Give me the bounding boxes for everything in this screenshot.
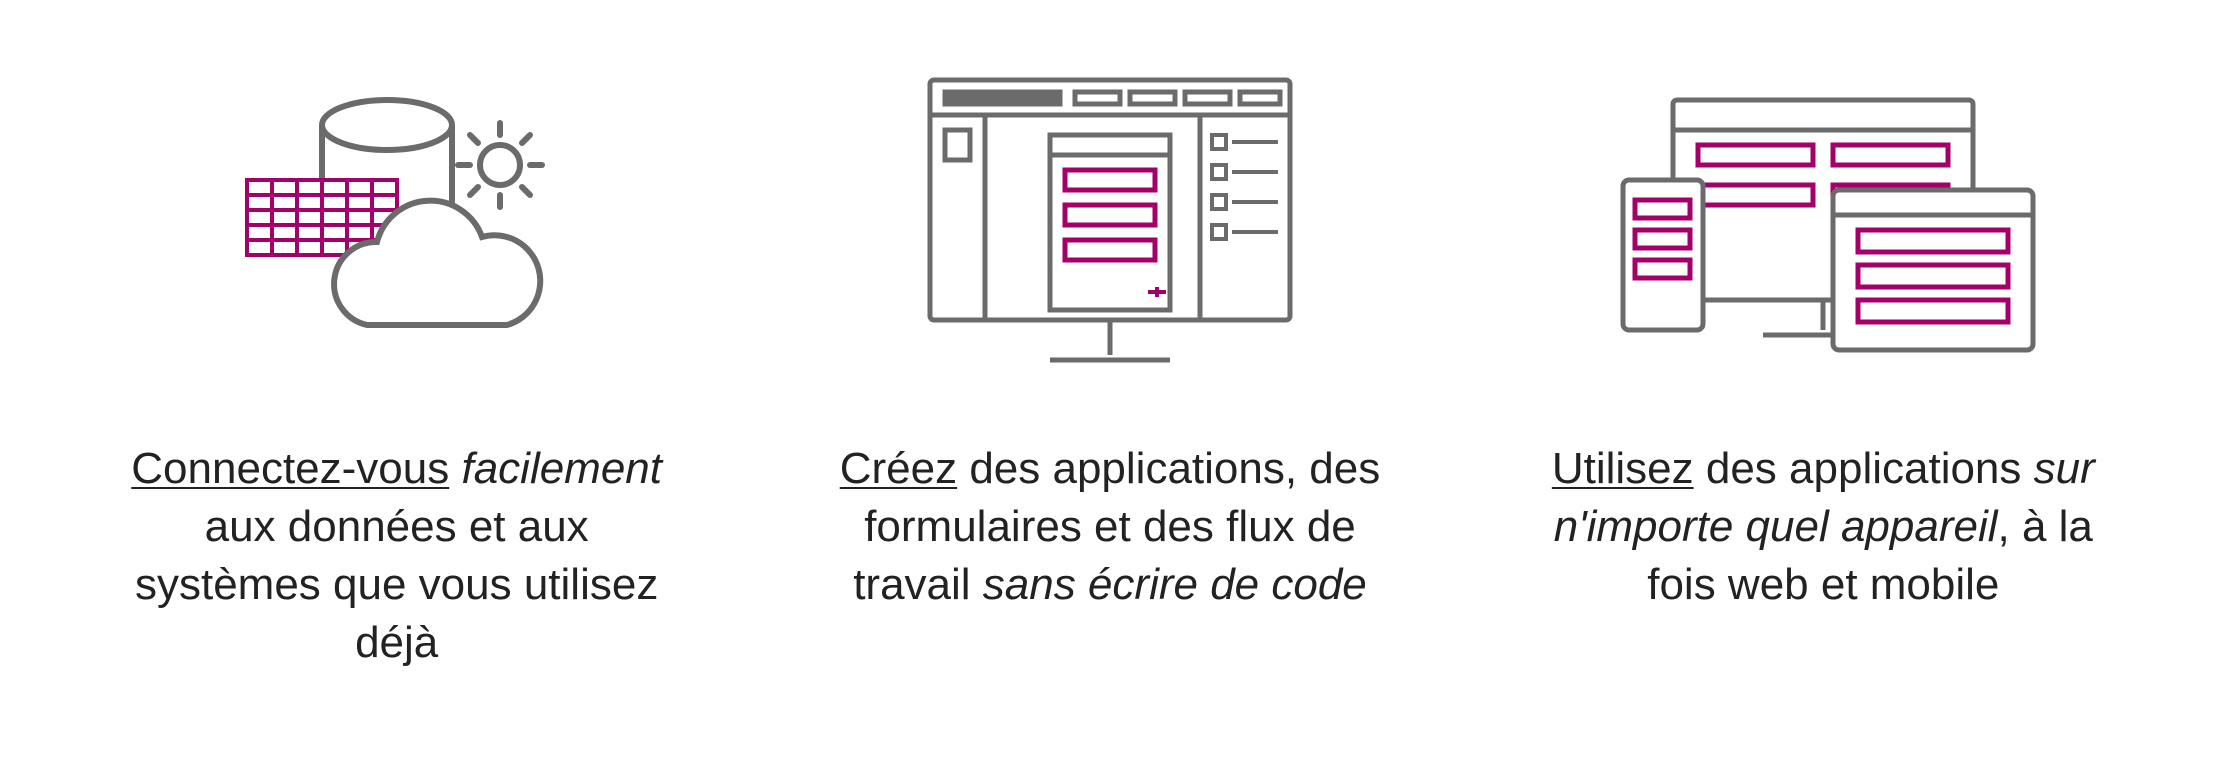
feature-connect-text: Connectez-vous facilement aux données et…	[117, 440, 677, 672]
lead-word: Connectez-vous	[131, 444, 449, 493]
feature-create-text: Créez des applications, des formulaires …	[830, 440, 1390, 614]
devices-icon	[1603, 60, 2043, 380]
tail-text: aux données et aux systèmes que vous uti…	[135, 502, 658, 667]
feature-use: Utilisez des applications sur n'importe …	[1503, 60, 2143, 614]
app-builder-icon	[900, 60, 1320, 380]
emph-word: sans écrire de code	[983, 560, 1367, 609]
lead-word: Utilisez	[1552, 444, 1694, 493]
lead-word: Créez	[840, 444, 957, 493]
emph-word: facilement	[461, 444, 662, 493]
feature-connect: Connectez-vous facilement aux données et…	[77, 60, 717, 672]
data-cloud-icon	[217, 60, 577, 380]
mid-text: des applications	[1694, 444, 2034, 493]
feature-use-text: Utilisez des applications sur n'importe …	[1543, 440, 2103, 614]
feature-create: Créez des applications, des formulaires …	[790, 60, 1430, 614]
